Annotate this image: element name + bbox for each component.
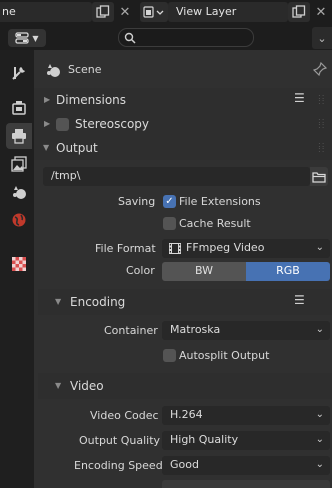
chevron-down-icon: ⌄ [317, 31, 327, 45]
tab-view-layer[interactable] [6, 151, 32, 177]
drag-handle-icon[interactable]: :::: [318, 117, 325, 130]
search-icon [124, 32, 136, 44]
tab-scene[interactable] [6, 179, 32, 205]
pin-icon[interactable] [313, 62, 327, 76]
image-stack-icon [11, 156, 27, 172]
color-rgb-option[interactable]: RGB [246, 262, 330, 281]
expanded-arrow-icon: ▼ [55, 297, 62, 306]
file-extensions-checkbox[interactable]: ✓ [163, 195, 176, 208]
unlink-scene-button[interactable]: ✕ [114, 2, 136, 22]
printer-icon [12, 129, 26, 144]
copy-scene-button[interactable] [92, 2, 114, 22]
properties-tabs [0, 50, 34, 488]
output-quality-label: Output Quality [79, 434, 161, 447]
tab-output[interactable] [6, 123, 32, 149]
expanded-arrow-icon: ▼ [55, 381, 62, 390]
chevron-down-icon: ⌄ [315, 324, 324, 335]
tab-render[interactable] [6, 95, 32, 121]
video-codec-value: H.264 [170, 408, 203, 421]
presets-list-icon[interactable]: ☰ [294, 293, 305, 307]
tab-tool[interactable] [6, 60, 32, 86]
view-layer-icon [143, 6, 164, 18]
stereoscopy-checkbox[interactable] [56, 118, 69, 131]
container-label: Container [104, 324, 158, 337]
cache-result-checkbox[interactable] [163, 217, 176, 230]
duplicate-icon [292, 5, 306, 18]
options-menu-button[interactable]: ⌄ [312, 27, 332, 49]
context-scene-label: Scene [68, 63, 102, 76]
presets-list-icon[interactable]: ☰ [294, 91, 305, 105]
properties-editor: ne ✕ View Layer ✕ ▼ ⌄ Scene ▶ Dimensions… [0, 0, 332, 488]
encoding-title: Encoding [70, 295, 126, 309]
output-title: Output [56, 141, 98, 155]
tab-world[interactable] [6, 207, 32, 233]
close-icon: ✕ [119, 4, 131, 20]
expanded-arrow-icon: ▼ [43, 143, 50, 152]
chevron-down-icon: ⌄ [315, 242, 324, 253]
encoding-speed-value: Good [170, 458, 199, 471]
chevron-down-icon: ⌄ [315, 459, 324, 470]
color-mode-toggle: BW RGB [162, 262, 330, 281]
video-codec-dropdown[interactable]: H.264 ⌄ [162, 406, 330, 425]
remove-view-layer-button[interactable]: ✕ [310, 2, 332, 22]
encoding-speed-dropdown[interactable]: Good ⌄ [162, 456, 330, 475]
film-strip-icon [169, 243, 181, 254]
checkerboard-icon [12, 257, 26, 271]
drag-handle-icon[interactable]: :::: [318, 93, 325, 106]
color-bw-option[interactable]: BW [162, 262, 246, 281]
chevron-down-icon: ⌄ [315, 434, 324, 445]
color-label: Color [126, 264, 155, 277]
chevron-down-icon: ⌄ [315, 409, 324, 420]
folder-icon [312, 171, 326, 183]
collapsed-arrow-icon: ▶ [44, 119, 51, 128]
output-quality-value: High Quality [170, 433, 239, 446]
collapsed-arrow-icon: ▶ [44, 95, 51, 104]
scene-name-field[interactable]: ne [0, 2, 92, 22]
stereoscopy-title: Stereoscopy [75, 117, 150, 131]
chevron-down-icon: ▼ [32, 33, 39, 43]
copy-view-layer-button[interactable] [288, 2, 310, 22]
editor-type-menu[interactable]: ▼ [8, 29, 46, 47]
autosplit-output-checkbox[interactable] [163, 349, 176, 362]
properties-icon [15, 32, 30, 44]
wrench-screwdriver-icon [12, 67, 25, 80]
dimensions-title: Dimensions [56, 93, 127, 107]
scene-icon [13, 186, 26, 199]
video-title: Video [70, 379, 104, 393]
container-value: Matroska [170, 323, 221, 336]
video-codec-label: Video Codec [90, 409, 159, 422]
checkmark-icon: ✓ [165, 196, 174, 207]
cache-result-label: Cache Result [179, 217, 251, 230]
camera-back-icon [12, 101, 26, 115]
drag-handle-icon[interactable]: :::: [318, 141, 325, 154]
output-path-field[interactable]: /tmp\ [43, 167, 310, 186]
tab-texture[interactable] [6, 251, 32, 277]
output-quality-dropdown[interactable]: High Quality ⌄ [162, 431, 330, 450]
close-icon: ✕ [315, 4, 327, 20]
globe-icon [12, 213, 26, 227]
encoding-speed-label: Encoding Speed [74, 459, 163, 472]
next-field-partial[interactable] [162, 480, 330, 488]
file-format-value: FFmpeg Video [186, 241, 265, 254]
scene-icon [47, 64, 60, 77]
search-input[interactable] [118, 28, 254, 47]
view-layer-name-field[interactable]: View Layer [168, 2, 288, 22]
file-format-dropdown[interactable]: FFmpeg Video ⌄ [162, 239, 330, 258]
container-dropdown[interactable]: Matroska ⌄ [162, 321, 330, 340]
file-extensions-label: File Extensions [179, 195, 261, 208]
file-format-label: File Format [95, 242, 156, 255]
view-layer-selector[interactable] [140, 2, 168, 22]
saving-label: Saving [118, 195, 156, 208]
duplicate-icon [96, 5, 110, 18]
autosplit-output-label: Autosplit Output [179, 349, 270, 362]
browse-folder-button[interactable] [310, 167, 328, 186]
